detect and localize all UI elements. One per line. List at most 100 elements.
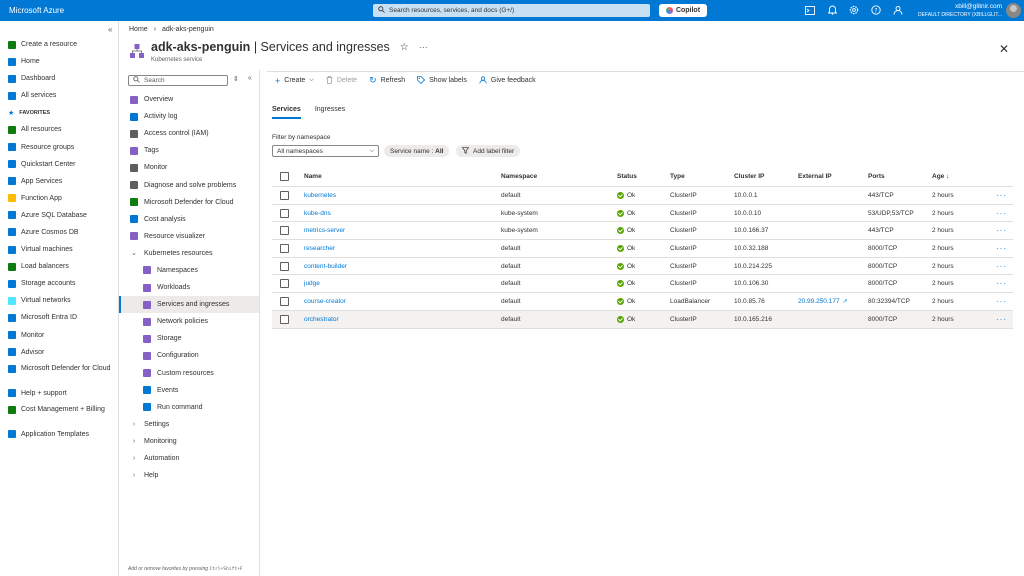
global-search-input[interactable]: Search resources, services, and docs (G+… — [373, 4, 650, 17]
sidebar-item[interactable]: Quickstart Center — [0, 156, 119, 173]
create-button[interactable]: + Create ⌵ — [275, 76, 314, 86]
avatar[interactable] — [1006, 3, 1021, 18]
row-checkbox[interactable] — [280, 279, 289, 289]
column-header[interactable]: Status — [617, 167, 637, 186]
resource-menu-item[interactable]: › Help — [119, 467, 259, 484]
row-checkbox[interactable] — [280, 190, 289, 200]
sidebar-item[interactable]: Monitor — [0, 327, 119, 344]
resource-menu-item[interactable]: Events — [119, 382, 259, 399]
sidebar-item[interactable]: Virtual networks — [0, 292, 119, 309]
resource-menu-item[interactable]: Run command — [119, 399, 259, 416]
service-name-link[interactable]: course-creator — [304, 298, 346, 305]
table-row[interactable]: content-builder default Ok ClusterIP 10.0.21… — [272, 258, 1013, 276]
expand-collapse-icon[interactable]: ⇕ — [233, 75, 239, 83]
table-row[interactable]: orchestrator default Ok ClusterIP 10.0.165.2… — [272, 310, 1013, 329]
row-checkbox[interactable] — [280, 243, 289, 253]
add-label-filter-button[interactable]: Add label filter — [456, 145, 521, 157]
resource-menu-item[interactable]: Cost analysis — [119, 211, 259, 228]
sidebar-item[interactable]: All resources — [0, 121, 119, 138]
row-more-button[interactable]: ··· — [996, 293, 1007, 310]
delete-button[interactable]: Delete — [326, 75, 357, 86]
gear-icon[interactable] — [848, 4, 860, 16]
give-feedback-button[interactable]: Give feedback — [479, 75, 536, 86]
sidebar-item[interactable]: Help + support — [0, 385, 119, 402]
resource-menu-item[interactable]: › Automation — [119, 450, 259, 467]
sidebar-item[interactable]: App Services — [0, 173, 119, 190]
help-icon[interactable]: ? — [870, 4, 882, 16]
row-checkbox[interactable] — [280, 226, 289, 236]
resource-menu-item[interactable]: Namespaces — [119, 262, 259, 279]
breadcrumb-resource[interactable]: adk-aks-penguin — [162, 26, 214, 33]
sidebar-item[interactable]: Storage accounts — [0, 275, 119, 292]
sidebar-item[interactable]: Function App — [0, 190, 119, 207]
sidebar-item[interactable]: All services — [0, 87, 119, 104]
column-header[interactable]: Cluster IP — [734, 167, 764, 186]
collapse-menu-icon[interactable]: « — [248, 75, 252, 83]
external-ip-link[interactable]: 20.99.250.177 — [798, 298, 840, 305]
namespace-select[interactable]: All namespaces ⌵ — [272, 145, 379, 157]
row-checkbox[interactable] — [280, 208, 289, 218]
resource-menu-item[interactable]: Microsoft Defender for Cloud — [119, 194, 259, 211]
brand-title[interactable]: Microsoft Azure — [0, 6, 360, 15]
resource-menu-search-input[interactable]: Search — [128, 75, 228, 86]
column-header[interactable]: Ports — [868, 167, 885, 186]
table-row[interactable]: course-creator default Ok LoadBalancer 10.0.… — [272, 293, 1013, 311]
feedback-icon[interactable] — [892, 4, 904, 16]
star-icon[interactable]: ☆ — [400, 42, 409, 53]
service-name-link[interactable]: researcher — [304, 245, 335, 252]
column-header[interactable]: Type — [670, 167, 685, 186]
row-more-button[interactable]: ··· — [996, 275, 1007, 292]
resource-menu-item[interactable]: › Monitoring — [119, 433, 259, 450]
resource-menu-item[interactable]: ⌄ Kubernetes resources — [119, 245, 259, 262]
sidebar-item[interactable]: Resource groups — [0, 138, 119, 155]
close-icon[interactable]: ✕ — [999, 42, 1009, 56]
resource-menu-item[interactable]: › Settings — [119, 416, 259, 433]
service-name-filter-pill[interactable]: Service name : All — [384, 145, 450, 157]
sidebar-item[interactable]: Cost Management + Billing — [0, 402, 119, 426]
sidebar-item[interactable]: Azure Cosmos DB — [0, 224, 119, 241]
sidebar-item[interactable]: Virtual machines — [0, 241, 119, 258]
column-header[interactable]: Age ↓ — [932, 167, 949, 186]
service-name-link[interactable]: orchestrator — [304, 316, 339, 323]
user-account[interactable]: xbill@glitnir.com DEFAULT DIRECTORY (XBI… — [918, 3, 1002, 19]
service-name-link[interactable]: metrics-server — [304, 227, 345, 234]
column-header[interactable]: Name — [304, 167, 322, 186]
sidebar-item[interactable]: Home — [0, 53, 119, 70]
resource-menu-item[interactable]: Services and ingresses — [119, 296, 259, 314]
resource-menu-item[interactable]: Tags — [119, 142, 259, 159]
sidebar-item[interactable]: Microsoft Defender for Cloud — [0, 361, 119, 385]
resource-menu-item[interactable]: Monitor — [119, 159, 259, 176]
column-header[interactable]: Namespace — [501, 167, 537, 186]
row-more-button[interactable]: ··· — [996, 222, 1007, 239]
select-all-checkbox[interactable] — [280, 172, 289, 181]
row-checkbox[interactable] — [280, 261, 289, 271]
cloud-shell-icon[interactable] — [804, 4, 816, 16]
table-row[interactable]: kube-dns kube-system Ok ClusterIP 10.0.0.10 5… — [272, 205, 1013, 223]
row-checkbox[interactable] — [280, 314, 289, 324]
resource-menu-item[interactable]: Activity log — [119, 108, 259, 125]
resource-menu-item[interactable]: Diagnose and solve problems — [119, 176, 259, 193]
row-more-button[interactable]: ··· — [996, 258, 1007, 275]
row-more-button[interactable]: ··· — [996, 187, 1007, 204]
sidebar-item[interactable]: Application Templates — [0, 426, 119, 443]
breadcrumb-home[interactable]: Home — [129, 26, 148, 33]
show-labels-button[interactable]: Show labels — [417, 75, 467, 86]
tab-ingresses[interactable]: Ingresses — [315, 106, 345, 119]
sidebar-item[interactable]: Advisor — [0, 344, 119, 361]
service-name-link[interactable]: judge — [304, 280, 320, 287]
resource-menu-item[interactable]: Custom resources — [119, 365, 259, 382]
sidebar-item[interactable]: Dashboard — [0, 70, 119, 87]
sidebar-item[interactable]: Create a resource — [0, 36, 119, 53]
sidebar-item[interactable]: Azure SQL Database — [0, 207, 119, 224]
copilot-button[interactable]: Copilot — [659, 4, 707, 17]
row-more-button[interactable]: ··· — [996, 311, 1007, 328]
collapse-sidebar-button[interactable]: « — [108, 25, 112, 34]
bell-icon[interactable] — [826, 4, 838, 16]
resource-menu-item[interactable]: Configuration — [119, 347, 259, 364]
service-name-link[interactable]: content-builder — [304, 263, 347, 270]
table-row[interactable]: metrics-server kube-system Ok ClusterIP 10.0… — [272, 222, 1013, 241]
resource-menu-item[interactable]: Overview — [119, 91, 259, 108]
sidebar-item[interactable]: Load balancers — [0, 258, 119, 275]
resource-menu-item[interactable]: Storage — [119, 330, 259, 347]
refresh-button[interactable]: ↻ Refresh — [369, 75, 405, 86]
